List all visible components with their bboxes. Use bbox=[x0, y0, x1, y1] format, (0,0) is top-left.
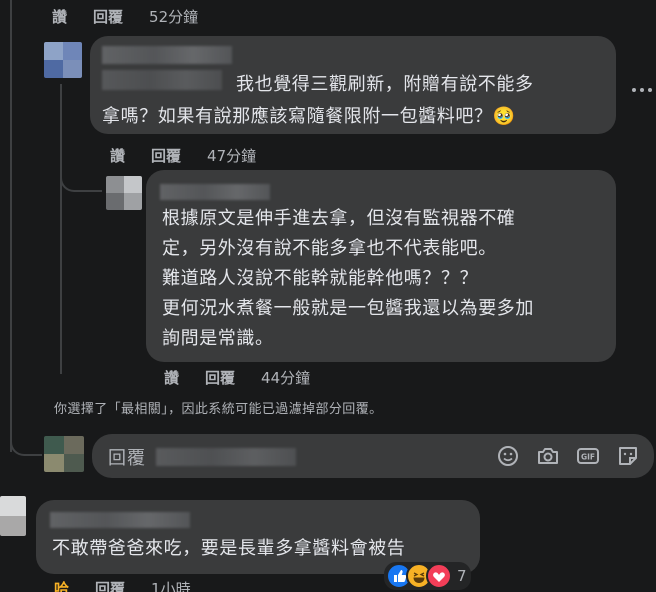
like-button[interactable]: 讚 bbox=[164, 367, 179, 388]
love-reaction-icon bbox=[426, 563, 452, 589]
reply-input[interactable]: 回覆 GIF bbox=[92, 434, 654, 478]
comment-text-line: 我也覺得三觀刷新，附贈有說不能多 bbox=[236, 74, 534, 95]
comment-text-line: 更何況水煮餐一般就是一包醬我還以為要多加 bbox=[162, 298, 534, 319]
reaction-summary[interactable]: 7 bbox=[384, 562, 471, 590]
avatar[interactable] bbox=[106, 176, 142, 210]
comment-actions: 讚 回覆 44分鐘 bbox=[164, 367, 310, 388]
comment-bubble: 我也覺得三觀刷新，附贈有說不能多 拿嗎？如果有說那應該寫隨餐限附一包醬料吧？🥹 bbox=[90, 36, 616, 134]
emoji-icon[interactable] bbox=[496, 444, 520, 468]
reaction-count: 7 bbox=[457, 567, 467, 585]
filter-notice: 你選擇了「最相關」，因此系統可能已過濾掉部分回覆。 bbox=[54, 402, 383, 417]
svg-text:GIF: GIF bbox=[581, 453, 595, 462]
comment-text-line: 不敢帶爸爸來吃，要是長輩多拿醬料會被告 bbox=[52, 538, 406, 559]
comment-time[interactable]: 52分鐘 bbox=[149, 6, 198, 27]
like-button[interactable]: 讚 bbox=[52, 6, 67, 27]
thread-line-sub bbox=[60, 84, 62, 374]
reply-button[interactable]: 回覆 bbox=[93, 6, 123, 27]
blurred-mention-name bbox=[156, 448, 296, 466]
avatar[interactable] bbox=[0, 496, 26, 536]
avatar[interactable] bbox=[44, 436, 84, 472]
more-options-icon[interactable] bbox=[632, 88, 652, 92]
comment-actions: 讚 回覆 47分鐘 bbox=[110, 145, 256, 166]
reply-button[interactable]: 回覆 bbox=[151, 145, 181, 166]
comment-time[interactable]: 44分鐘 bbox=[261, 367, 310, 388]
thread-line-main bbox=[10, 0, 12, 452]
comment-actions: 哈 回覆 1小時 bbox=[54, 578, 191, 592]
reply-button[interactable]: 回覆 bbox=[205, 367, 235, 388]
parent-comment-actions: 讚 回覆 52分鐘 bbox=[52, 6, 198, 27]
comment-time[interactable]: 1小時 bbox=[151, 578, 191, 592]
camera-icon[interactable] bbox=[536, 444, 560, 468]
blurred-author-name[interactable] bbox=[102, 46, 232, 64]
gif-icon[interactable]: GIF bbox=[576, 444, 600, 468]
reply-placeholder: 回覆 bbox=[108, 448, 146, 469]
comment-text-line: 難道路人沒說不能幹就能幹他嗎？？？ bbox=[162, 268, 479, 289]
blurred-author-name-2 bbox=[102, 70, 222, 90]
comment-thread: 讚 回覆 52分鐘 我也覺得三觀刷新，附贈有說不能多 拿嗎？如果有說那應該寫隨餐… bbox=[0, 0, 656, 592]
comment-text-line: 拿嗎？如果有說那應該寫隨餐限附一包醬料吧？🥹 bbox=[102, 106, 516, 127]
comment-text-line: 根據原文是伸手進去拿，但沒有監視器不確 bbox=[162, 208, 516, 229]
comment-text-line: 詢問是常識。 bbox=[162, 328, 274, 349]
reply-button[interactable]: 回覆 bbox=[95, 578, 125, 592]
thread-line-sub-branch bbox=[60, 150, 102, 192]
like-button[interactable]: 讚 bbox=[110, 145, 125, 166]
comment-text-line: 定，另外沒有說不能多拿也不代表能吧。 bbox=[162, 238, 497, 259]
blurred-author-name[interactable] bbox=[50, 512, 190, 528]
thread-line-branch bbox=[10, 414, 42, 456]
avatar[interactable] bbox=[44, 42, 82, 78]
comment-bubble: 根據原文是伸手進去拿，但沒有監視器不確 定，另外沒有說不能多拿也不代表能吧。 難… bbox=[146, 170, 616, 362]
reaction-button[interactable]: 哈 bbox=[54, 578, 69, 592]
blurred-author-name[interactable] bbox=[160, 184, 270, 200]
comment-time[interactable]: 47分鐘 bbox=[207, 145, 256, 166]
sticker-icon[interactable] bbox=[616, 444, 640, 468]
